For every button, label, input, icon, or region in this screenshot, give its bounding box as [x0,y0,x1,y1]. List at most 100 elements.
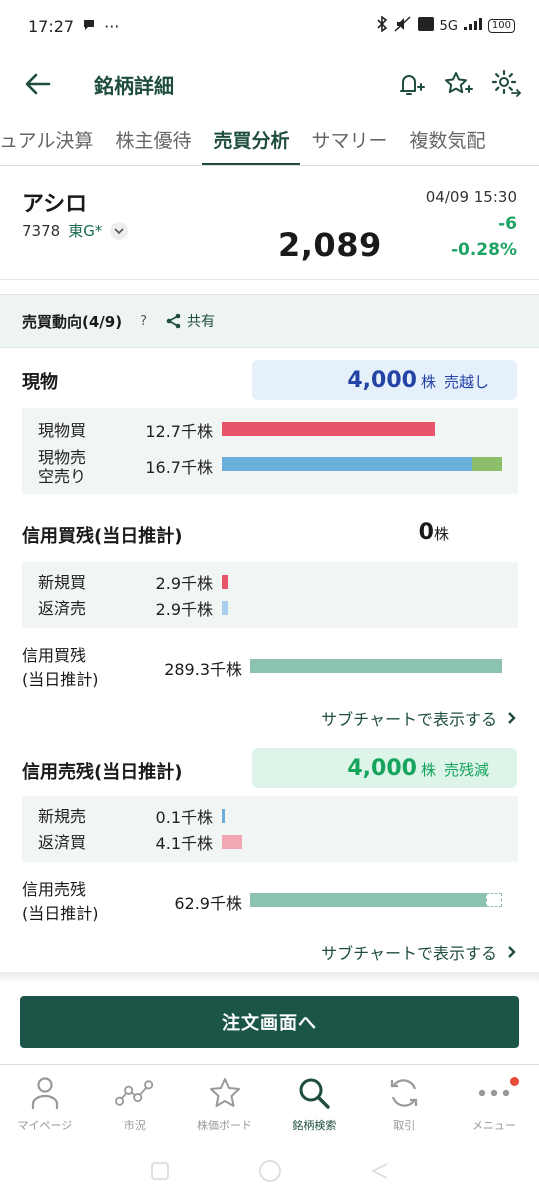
app-header: 銘柄詳細 [0,52,539,116]
section-title: 売買動向(4/9) [22,312,123,331]
repay-sell-row: 返済売 2.9千株 [22,596,518,620]
row-label: 返済買 [38,832,87,852]
battery-icon: 100 [487,19,515,33]
market-selector[interactable]: 東G* [68,220,102,241]
row-label: 新規買 [38,572,87,592]
cash-sell-bar [222,457,472,471]
person-icon [25,1073,65,1113]
nav-label: 銘柄検索 [292,1119,337,1132]
stock-name: アシロ [22,192,88,217]
back-icon[interactable] [370,1161,390,1185]
cash-breakdown: 現物買 12.7千株 現物売 空売り 16.7千株 [22,408,518,494]
trade-trend-header: 売買動向(4/9) ? 共有 [0,294,539,348]
short-sell-bar [471,457,502,471]
price-change-percent: -0.28% [450,240,517,260]
row-value: 2.9千株 [155,600,213,619]
row-value: 4.1千株 [155,834,213,853]
new-buy-bar [222,575,228,589]
cash-net-label: 売越し [443,373,489,391]
new-sell-row: 新規売 0.1千株 [22,804,518,828]
page-title: 銘柄詳細 [94,73,174,98]
nav-menu[interactable]: メニュー [449,1065,539,1146]
row-value: 12.7千株 [145,422,213,441]
back-arrow-icon[interactable] [22,68,54,100]
nav-stock-search[interactable]: 銘柄検索 [269,1065,359,1146]
nav-label: 市況 [123,1119,146,1132]
row-label: 返済売 [38,598,87,618]
mute-icon [394,16,412,36]
row-label: 信用買残 (当日推計) [22,646,99,689]
margin-buy-subchart-link[interactable]: サブチャートで表示する [321,706,517,730]
row-value: 2.9千株 [155,574,213,593]
link-label: サブチャートで表示する [321,944,497,963]
nav-label: 株価ボード [197,1119,253,1132]
repay-sell-bar [222,601,228,615]
bottom-navigation: マイページ 市況 株価ボード 銘柄検索 取引 メニュー [0,1064,539,1146]
bluetooth-icon [376,15,388,36]
chevron-down-icon[interactable] [110,221,129,240]
repay-buy-row: 返済買 4.1千株 [22,830,518,854]
add-alert-bell-icon[interactable] [393,67,427,101]
margin-sell-net-badge: 4,000 株 売残減 [252,748,517,788]
recent-apps-icon[interactable] [150,1161,170,1185]
share-button[interactable]: 共有 [165,311,215,331]
new-sell-bar [222,809,225,823]
margin-sell-subchart-link[interactable]: サブチャートで表示する [321,940,517,964]
star-icon [205,1073,245,1113]
add-favorite-star-icon[interactable] [441,67,475,101]
row-value: 16.7千株 [145,458,213,477]
margin-buy-title: 信用買残(当日推計) [22,526,183,547]
order-screen-button[interactable]: 注文画面へ [20,996,519,1048]
margin-sell-net-value: 4,000 [347,756,417,781]
status-bar: 17:27 ··· 5G 100 [0,0,539,52]
margin-buy-net-value: 0 [418,520,434,545]
stock-price: 2,089 [278,226,382,264]
margin-buy-net-unit: 株 [433,525,449,543]
cash-net-value: 4,000 [347,368,417,393]
trade-icon [384,1073,424,1113]
row-label: 現物買 [38,420,87,440]
chevron-right-icon [508,712,516,724]
nav-my-page[interactable]: マイページ [0,1065,90,1146]
cash-buy-bar [222,422,435,436]
nav-label: メニュー [472,1119,517,1132]
market-icon [114,1073,155,1113]
row-value: 289.3千株 [164,660,242,679]
cash-net-unit: 株 [420,373,436,391]
margin-sell-balance-bar [250,893,486,907]
margin-sell-balance-row: 信用売残 (当日推計) 62.9千株 [22,878,518,926]
volte-icon [417,17,434,35]
share-label: 共有 [186,314,215,330]
nav-market[interactable]: 市況 [90,1065,180,1146]
nav-price-board[interactable]: 株価ボード [180,1065,270,1146]
margin-buy-net: 0株 [419,520,449,545]
margin-buy-breakdown: 新規買 2.9千株 返済売 2.9千株 [22,562,518,628]
help-icon[interactable]: ? [140,314,147,329]
system-navigation [0,1146,539,1200]
nav-trade[interactable]: 取引 [359,1065,449,1146]
settings-gear-icon[interactable] [489,67,523,101]
margin-sell-net-label: 売残減 [443,761,489,779]
tab-summary[interactable]: サマリー [300,116,398,165]
margin-buy-balance-bar [250,659,502,673]
margin-sell-breakdown: 新規売 0.1千株 返済買 4.1千株 [22,796,518,862]
more-notifications-icon: ··· [104,16,120,36]
home-icon[interactable] [258,1159,282,1187]
tab-dual-settlement[interactable]: ュアル決算 [0,116,104,165]
nav-label: 取引 [393,1119,416,1132]
tab-shareholder-benefits[interactable]: 株主優待 [104,116,202,165]
cash-net-badge: 4,000 株 売越し [252,360,517,400]
cash-title: 現物 [22,372,58,393]
margin-sell-decrease-bar [486,893,502,907]
row-label: 新規売 [38,806,87,826]
margin-buy-balance-row: 信用買残 (当日推計) 289.3千株 [22,644,518,692]
row-value: 62.9千株 [174,894,242,913]
chat-notification-icon [82,17,96,36]
chevron-right-icon [508,946,516,958]
stock-code: 7378 [22,221,61,240]
price-timestamp: 04/09 15:30 [425,188,517,206]
tab-multi-quote[interactable]: 複数気配 [398,116,496,165]
link-label: サブチャートで表示する [321,710,497,729]
section-divider [0,972,539,982]
tab-trade-analysis[interactable]: 売買分析 [202,116,301,165]
